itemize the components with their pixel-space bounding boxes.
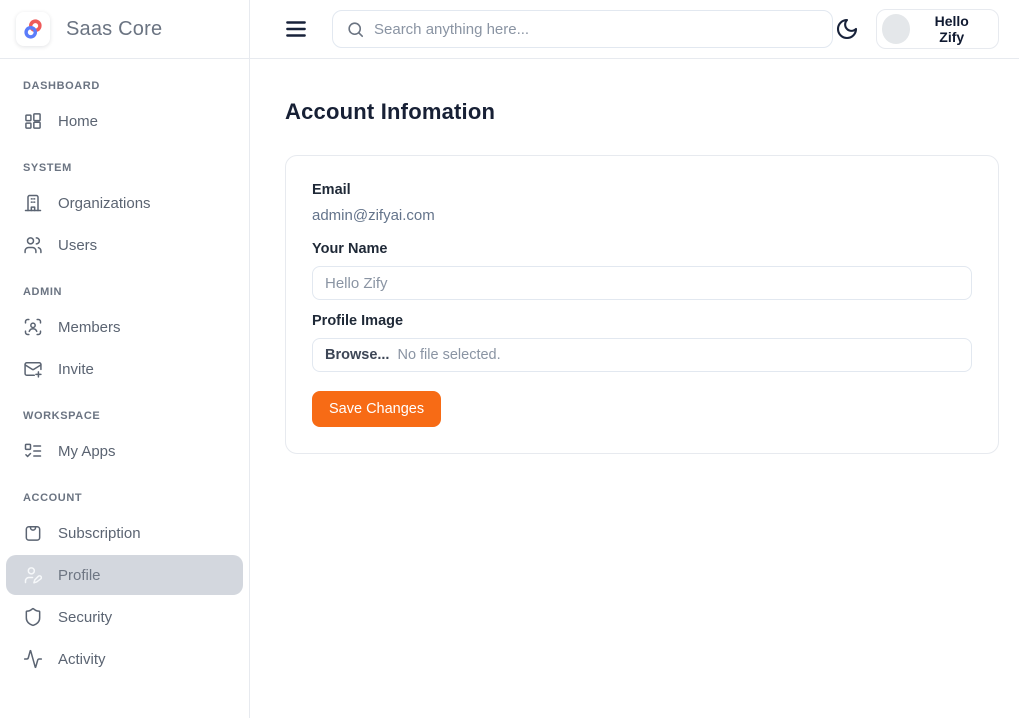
search-box — [332, 10, 833, 48]
sidebar-item-label: Members — [58, 319, 121, 336]
users-icon — [23, 235, 43, 255]
sidebar-item-home[interactable]: Home — [6, 101, 243, 141]
profile-image-label: Profile Image — [312, 313, 972, 329]
section-label: SYSTEM — [0, 162, 249, 174]
sidebar-nav: DASHBOARD Home SYSTEM Organizations Users ADM… — [0, 59, 249, 681]
section-label: WORKSPACE — [0, 410, 249, 422]
shield-icon — [23, 607, 43, 627]
sidebar-section-workspace: WORKSPACE My Apps — [0, 410, 249, 471]
sidebar-item-my-apps[interactable]: My Apps — [6, 431, 243, 471]
dark-mode-toggle[interactable] — [833, 15, 861, 43]
sidebar-section-account: ACCOUNT Subscription Profile Security Activi… — [0, 492, 249, 679]
brand-name: Saas Core — [66, 18, 162, 41]
list-checks-icon — [23, 441, 43, 461]
sidebar-section-dashboard: DASHBOARD Home — [0, 80, 249, 141]
email-value: admin@zifyai.com — [312, 207, 972, 224]
search-icon — [346, 20, 365, 39]
topbar: Hello Zify — [250, 0, 1019, 59]
sidebar-item-label: Organizations — [58, 195, 151, 212]
sidebar-item-label: Activity — [58, 651, 106, 668]
brand[interactable]: Saas Core — [0, 0, 249, 59]
user-pen-icon — [23, 565, 43, 585]
shopping-bag-icon — [23, 523, 43, 543]
account-info-card: Email admin@zifyai.com Your Name Profile… — [285, 155, 999, 454]
sidebar-item-members[interactable]: Members — [6, 307, 243, 347]
avatar — [882, 14, 911, 44]
activity-icon — [23, 649, 43, 669]
name-input[interactable] — [312, 266, 972, 300]
email-label: Email — [312, 182, 972, 198]
sidebar-item-label: Subscription — [58, 525, 141, 542]
page-title: Account Infomation — [285, 99, 999, 125]
menu-toggle-button[interactable] — [281, 14, 311, 44]
sidebar-item-activity[interactable]: Activity — [6, 639, 243, 679]
sidebar-item-label: Security — [58, 609, 112, 626]
section-label: DASHBOARD — [0, 80, 249, 92]
sidebar-item-organizations[interactable]: Organizations — [6, 183, 243, 223]
sidebar-section-system: SYSTEM Organizations Users — [0, 162, 249, 265]
dashboard-icon — [23, 111, 43, 131]
section-label: ACCOUNT — [0, 492, 249, 504]
sidebar-section-admin: ADMIN Members Invite — [0, 286, 249, 389]
hamburger-icon — [283, 16, 309, 42]
sidebar-item-label: Home — [58, 113, 98, 130]
user-menu-button[interactable]: Hello Zify — [876, 9, 999, 49]
sidebar-item-label: Invite — [58, 361, 94, 378]
sidebar-item-label: My Apps — [58, 443, 116, 460]
save-changes-button[interactable]: Save Changes — [312, 391, 441, 427]
sidebar-item-users[interactable]: Users — [6, 225, 243, 265]
sidebar-item-subscription[interactable]: Subscription — [6, 513, 243, 553]
sidebar-item-label: Profile — [58, 567, 101, 584]
sidebar: Saas Core DASHBOARD Home SYSTEM Organizatio… — [0, 0, 250, 718]
sidebar-item-invite[interactable]: Invite — [6, 349, 243, 389]
name-label: Your Name — [312, 241, 972, 257]
search-input[interactable] — [374, 21, 819, 38]
sidebar-item-label: Users — [58, 237, 97, 254]
user-name: Hello Zify — [921, 13, 982, 45]
sidebar-item-profile[interactable]: Profile — [6, 555, 243, 595]
building-icon — [23, 193, 43, 213]
brand-logo-icon — [16, 12, 50, 46]
user-scan-icon — [23, 317, 43, 337]
section-label: ADMIN — [0, 286, 249, 298]
mail-plus-icon — [23, 359, 43, 379]
file-status-text: No file selected. — [397, 347, 500, 363]
moon-icon — [835, 17, 859, 41]
profile-image-file-input[interactable]: Browse... No file selected. — [312, 338, 972, 372]
file-browse-label[interactable]: Browse... — [325, 347, 389, 363]
main-content: Account Infomation Email admin@zifyai.co… — [250, 59, 1019, 454]
sidebar-item-security[interactable]: Security — [6, 597, 243, 637]
